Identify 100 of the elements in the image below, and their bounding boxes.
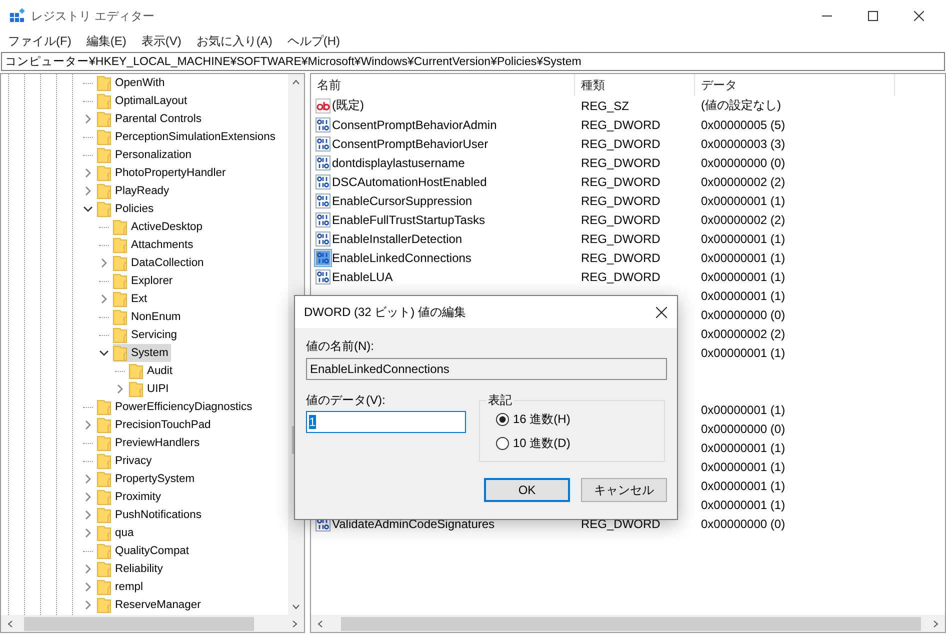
chevron-right-icon[interactable] xyxy=(83,600,93,610)
folder-icon xyxy=(97,471,111,487)
tree-item[interactable]: Parental Controls xyxy=(97,110,204,128)
tree-item[interactable]: OpenWith xyxy=(97,74,168,92)
tree-item[interactable]: PerceptionSimulationExtensions xyxy=(97,128,278,146)
scroll-left-icon[interactable] xyxy=(7,620,13,628)
chevron-right-icon[interactable] xyxy=(83,510,93,520)
value-data: 0x00000001 (1) xyxy=(701,270,786,284)
value-name[interactable]: EnableLinkedConnections xyxy=(332,250,472,264)
radio-button-icon[interactable] xyxy=(496,413,509,426)
tree-item[interactable]: Policies xyxy=(97,200,157,218)
radio-option[interactable]: 16 進数(H) xyxy=(496,411,664,428)
horizontal-scrollbar[interactable] xyxy=(311,615,945,632)
chevron-right-icon[interactable] xyxy=(83,114,93,124)
chevron-right-icon[interactable] xyxy=(83,492,93,502)
address-field[interactable]: コンピューター¥HKEY_LOCAL_MACHINE¥SOFTWARE¥Microsoft¥Windows¥CurrentVersion¥Policies¥System xyxy=(1,52,945,71)
menu-item[interactable]: 表示(V) xyxy=(141,32,182,50)
dialog-button[interactable]: キャンセル xyxy=(581,478,667,502)
window-title: レジストリ エディター xyxy=(31,8,154,24)
value-data: 0x00000003 (3) xyxy=(701,136,786,150)
value-type: REG_SZ xyxy=(581,98,630,112)
value-type: REG_DWORD xyxy=(581,156,660,170)
horizontal-scrollbar[interactable] xyxy=(1,615,304,632)
tree-item[interactable]: Proximity xyxy=(97,488,164,506)
value-name[interactable]: (既定) xyxy=(332,97,364,114)
radio-button-icon[interactable] xyxy=(496,437,509,450)
tree-item[interactable]: PowerEfficiencyDiagnostics xyxy=(97,398,256,416)
value-name[interactable]: ConsentPromptBehaviorAdmin xyxy=(332,118,497,132)
chevron-right-icon[interactable] xyxy=(83,564,93,574)
chevron-right-icon[interactable] xyxy=(83,168,93,178)
menu-item[interactable]: ヘルプ(H) xyxy=(287,32,340,50)
close-icon[interactable] xyxy=(656,306,667,318)
scroll-left-icon[interactable] xyxy=(317,620,323,628)
tree-item[interactable]: PlayReady xyxy=(97,182,172,200)
column-header[interactable]: 名前 xyxy=(311,74,575,96)
folder-icon xyxy=(113,255,127,271)
menu-item[interactable]: 編集(E) xyxy=(86,32,126,50)
tree-item[interactable]: PrecisionTouchPad xyxy=(97,416,214,434)
tree-item[interactable]: PhotoPropertyHandler xyxy=(97,164,229,182)
value-name[interactable]: EnableLUA xyxy=(332,270,393,284)
value-name[interactable]: EnableInstallerDetection xyxy=(332,232,462,246)
chevron-right-icon[interactable] xyxy=(83,474,93,484)
tree-item[interactable]: qua xyxy=(97,524,137,542)
chevron-right-icon[interactable] xyxy=(83,528,93,538)
tree-item[interactable]: Attachments xyxy=(113,236,196,254)
chevron-right-icon[interactable] xyxy=(115,384,125,394)
value-name[interactable]: EnableFullTrustStartupTasks xyxy=(332,212,485,226)
value-name[interactable]: ConsentPromptBehaviorUser xyxy=(332,136,488,150)
tree-item[interactable]: UIPI xyxy=(129,380,172,398)
radio-option[interactable]: 10 進数(D) xyxy=(496,435,664,452)
chevron-right-icon[interactable] xyxy=(99,258,109,268)
tree-item[interactable]: Personalization xyxy=(97,146,194,164)
tree-item[interactable]: OptimalLayout xyxy=(97,92,190,110)
chevron-down-icon[interactable] xyxy=(99,348,109,358)
tree-item[interactable]: PreviewHandlers xyxy=(97,434,203,452)
chevron-down-icon[interactable] xyxy=(83,204,93,214)
value-data: 0x00000000 (0) xyxy=(701,156,786,170)
value-name[interactable]: EnableCursorSuppression xyxy=(332,194,472,208)
folder-icon xyxy=(97,147,111,163)
close-icon[interactable] xyxy=(914,11,924,21)
tree-item[interactable]: PropertySystem xyxy=(97,470,198,488)
chevron-right-icon[interactable] xyxy=(83,420,93,430)
tree-item[interactable]: NonEnum xyxy=(113,308,184,326)
tree-item[interactable]: rempl xyxy=(97,578,146,596)
tree-item[interactable]: Servicing xyxy=(113,326,180,344)
data-field[interactable]: 1 xyxy=(306,411,466,433)
value-name[interactable]: ValidateAdminCodeSignatures xyxy=(332,516,495,530)
tree-item[interactable]: System xyxy=(113,344,172,362)
chevron-right-icon[interactable] xyxy=(83,186,93,196)
name-field: EnableLinkedConnections xyxy=(306,358,667,380)
maximize-icon[interactable] xyxy=(868,11,878,21)
menu-item[interactable]: お気に入り(A) xyxy=(196,32,272,50)
scroll-down-icon[interactable] xyxy=(292,604,300,610)
folder-icon xyxy=(113,327,127,343)
tree-item[interactable]: Privacy xyxy=(97,452,155,470)
chevron-right-icon[interactable] xyxy=(99,294,109,304)
dialog-button[interactable]: OK xyxy=(484,478,570,502)
scroll-right-icon[interactable] xyxy=(933,620,939,628)
scroll-up-icon[interactable] xyxy=(292,79,300,85)
tree-item[interactable]: Reliability xyxy=(97,560,166,578)
column-header[interactable]: データ xyxy=(695,74,895,96)
value-name[interactable]: dontdisplaylastusername xyxy=(332,156,465,170)
tree-item[interactable]: PushNotifications xyxy=(97,506,204,524)
tree-item[interactable]: ReserveManager xyxy=(97,596,204,614)
value-data: 0x00000002 (2) xyxy=(701,174,786,188)
tree-item[interactable]: ActiveDesktop xyxy=(113,218,206,236)
tree-item[interactable]: Audit xyxy=(129,362,176,380)
folder-icon xyxy=(97,129,111,145)
chevron-right-icon[interactable] xyxy=(83,582,93,592)
column-header[interactable]: 種類 xyxy=(575,74,695,96)
tree-item[interactable]: DataCollection xyxy=(113,254,207,272)
folder-icon xyxy=(129,381,143,397)
scroll-right-icon[interactable] xyxy=(292,620,298,628)
value-data: 0x00000000 (0) xyxy=(701,516,786,530)
tree-item[interactable]: Explorer xyxy=(113,272,176,290)
menu-item[interactable]: ファイル(F) xyxy=(8,32,72,50)
tree-item[interactable]: QualityCompat xyxy=(97,542,192,560)
value-name[interactable]: DSCAutomationHostEnabled xyxy=(332,174,487,188)
tree-item[interactable]: Ext xyxy=(113,290,150,308)
group-label: 表記 xyxy=(486,392,514,409)
